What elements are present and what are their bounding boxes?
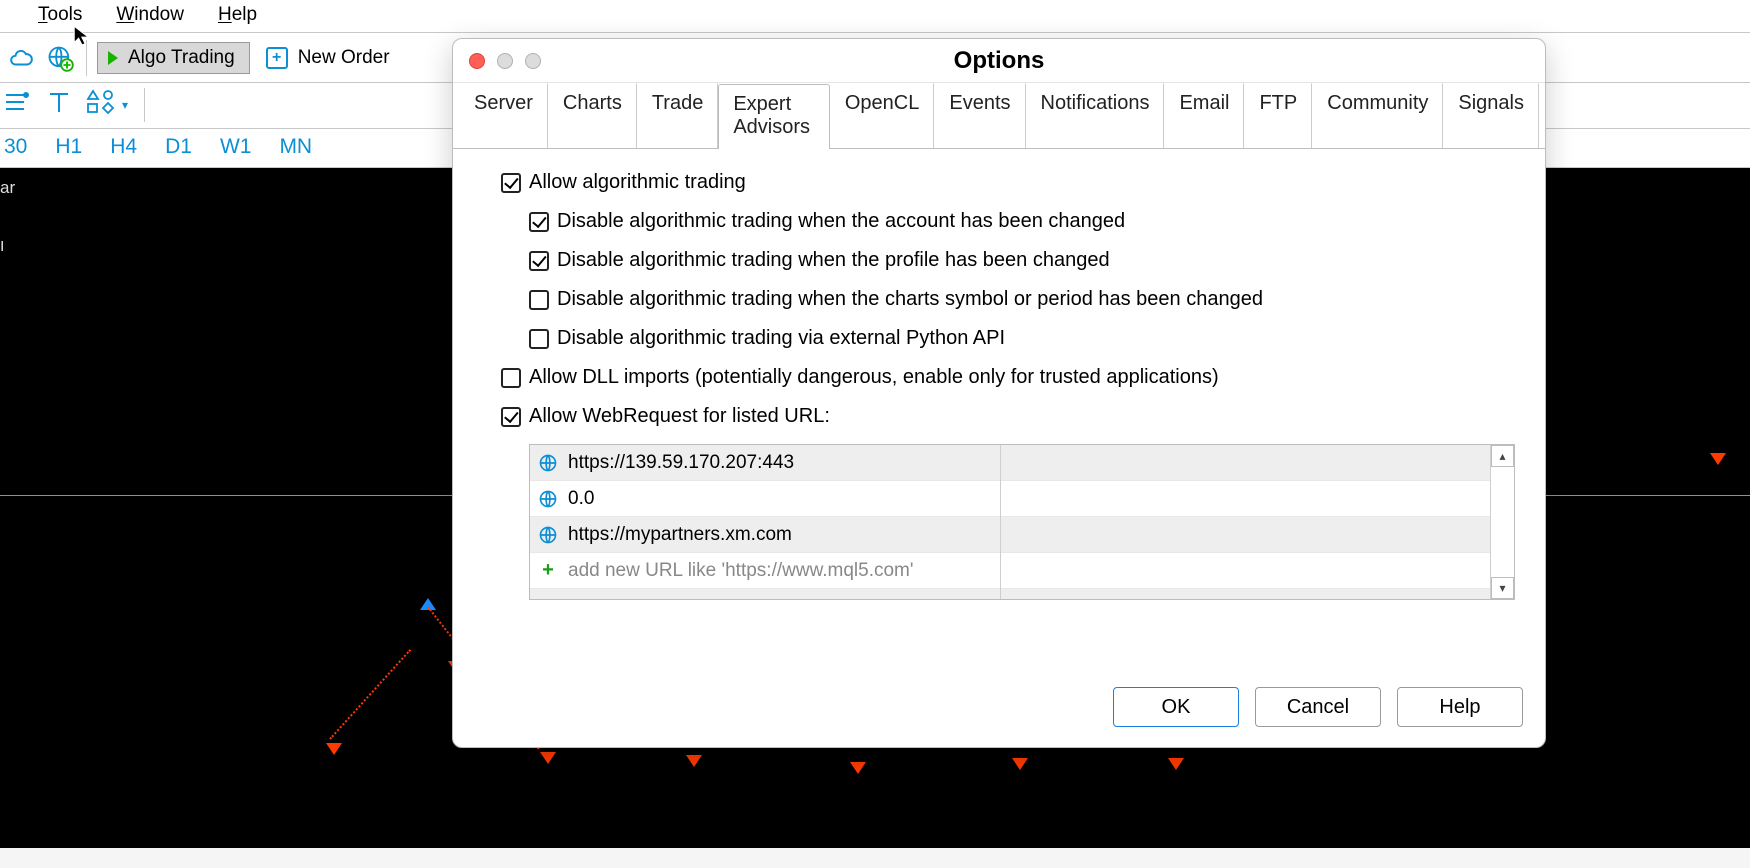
dialog-titlebar: Options xyxy=(453,39,1545,83)
tab-server[interactable]: Server xyxy=(459,83,548,148)
tab-ftp[interactable]: FTP xyxy=(1244,83,1312,148)
dotted-trend-line xyxy=(329,649,411,740)
tab-trade[interactable]: Trade xyxy=(637,83,719,148)
tf-w1[interactable]: W1 xyxy=(216,135,256,159)
arrow-down-icon xyxy=(540,752,556,764)
globe-icon xyxy=(538,453,558,473)
checkbox-allow-algo[interactable] xyxy=(501,173,521,193)
tab-opencl[interactable]: OpenCL xyxy=(830,83,935,148)
url-text: 0.0 xyxy=(568,488,594,510)
chart-label-1: ar xyxy=(0,178,15,198)
algo-trading-button[interactable]: Algo Trading xyxy=(97,42,250,74)
url-add-placeholder: add new URL like 'https://www.mql5.com' xyxy=(568,560,914,582)
cancel-button[interactable]: Cancel xyxy=(1255,687,1381,727)
tab-signals[interactable]: Signals xyxy=(1443,83,1539,148)
help-button[interactable]: Help xyxy=(1397,687,1523,727)
label-allow-algo: Allow algorithmic trading xyxy=(529,171,746,194)
tab-notifications[interactable]: Notifications xyxy=(1026,83,1165,148)
arrow-down-icon xyxy=(850,762,866,774)
lines-tool-icon[interactable] xyxy=(0,90,32,120)
menubar: TToolsools WindowWindow HelpHelp xyxy=(0,0,1750,33)
checkbox-disable-account[interactable] xyxy=(529,212,549,232)
tf-h4[interactable]: H4 xyxy=(106,135,141,159)
checkbox-allow-dll[interactable] xyxy=(501,368,521,388)
url-row[interactable]: 0.0 xyxy=(530,481,1514,517)
drawbar-divider xyxy=(144,88,145,122)
tab-expert-advisors[interactable]: Expert Advisors xyxy=(718,84,830,149)
plus-box-icon: + xyxy=(266,47,288,69)
arrow-down-icon xyxy=(1012,758,1028,770)
scroll-up-icon[interactable]: ▴ xyxy=(1491,445,1514,467)
ok-button[interactable]: OK xyxy=(1113,687,1239,727)
checkbox-allow-web[interactable] xyxy=(501,407,521,427)
tab-community[interactable]: Community xyxy=(1312,83,1443,148)
algo-trading-label: Algo Trading xyxy=(128,47,235,69)
label-disable-account: Disable algorithmic trading when the acc… xyxy=(557,210,1125,233)
tab-email[interactable]: Email xyxy=(1164,83,1244,148)
tab-charts[interactable]: Charts xyxy=(548,83,637,148)
shapes-tool-icon[interactable] xyxy=(86,89,116,121)
url-add-row[interactable]: + add new URL like 'https://www.mql5.com… xyxy=(530,553,1514,589)
url-row-empty xyxy=(530,589,1514,599)
url-list: https://139.59.170.207:443 0.0 https://m… xyxy=(529,444,1515,600)
cloud-icon[interactable] xyxy=(6,42,38,74)
globe-add-icon[interactable] xyxy=(44,42,76,74)
url-text: https://139.59.170.207:443 xyxy=(568,452,794,474)
dialog-title: Options xyxy=(453,47,1545,75)
arrow-down-icon xyxy=(1710,453,1726,465)
scroll-down-icon[interactable]: ▾ xyxy=(1491,577,1514,599)
options-dialog: Options Server Charts Trade Expert Advis… xyxy=(452,38,1546,748)
shapes-dropdown-icon[interactable]: ▾ xyxy=(122,98,128,112)
arrow-down-icon xyxy=(326,743,342,755)
new-order-button[interactable]: + New Order xyxy=(256,43,400,73)
url-scrollbar[interactable]: ▴ ▾ xyxy=(1490,445,1514,599)
tab-events[interactable]: Events xyxy=(934,83,1025,148)
tf-30[interactable]: 30 xyxy=(0,135,31,159)
new-order-label: New Order xyxy=(298,47,390,69)
menu-tools[interactable]: TToolsools xyxy=(38,4,82,26)
chart-label-2: ו xyxy=(0,236,4,256)
dialog-tabs: Server Charts Trade Expert Advisors Open… xyxy=(453,83,1545,149)
label-disable-python: Disable algorithmic trading via external… xyxy=(557,327,1005,350)
checkbox-disable-profile[interactable] xyxy=(529,251,549,271)
url-row[interactable]: https://mypartners.xm.com xyxy=(530,517,1514,553)
tf-h1[interactable]: H1 xyxy=(51,135,86,159)
ok-label: OK xyxy=(1162,696,1191,719)
label-disable-profile: Disable algorithmic trading when the pro… xyxy=(557,249,1110,272)
help-label: Help xyxy=(1439,696,1480,719)
globe-icon xyxy=(538,525,558,545)
tf-mn[interactable]: MN xyxy=(275,135,316,159)
globe-icon xyxy=(538,489,558,509)
url-text: https://mypartners.xm.com xyxy=(568,524,792,546)
cancel-label: Cancel xyxy=(1287,696,1349,719)
dialog-content: Allow algorithmic trading Disable algori… xyxy=(453,149,1545,671)
dialog-buttons: OK Cancel Help xyxy=(453,671,1545,747)
arrow-down-icon xyxy=(686,755,702,767)
menu-window[interactable]: WindowWindow xyxy=(116,4,184,26)
plus-icon: + xyxy=(538,559,558,582)
checkbox-disable-symbol[interactable] xyxy=(529,290,549,310)
label-allow-web: Allow WebRequest for listed URL: xyxy=(529,405,830,428)
label-disable-symbol: Disable algorithmic trading when the cha… xyxy=(557,288,1263,311)
url-list-divider xyxy=(1000,445,1001,599)
url-row[interactable]: https://139.59.170.207:443 xyxy=(530,445,1514,481)
checkbox-disable-python[interactable] xyxy=(529,329,549,349)
text-tool-icon[interactable] xyxy=(48,90,70,120)
arrow-down-icon xyxy=(1168,758,1184,770)
tf-d1[interactable]: D1 xyxy=(161,135,196,159)
menu-help[interactable]: HelpHelp xyxy=(218,4,257,26)
play-icon xyxy=(108,51,118,65)
label-allow-dll: Allow DLL imports (potentially dangerous… xyxy=(529,366,1219,389)
mouse-cursor-icon xyxy=(72,24,94,46)
